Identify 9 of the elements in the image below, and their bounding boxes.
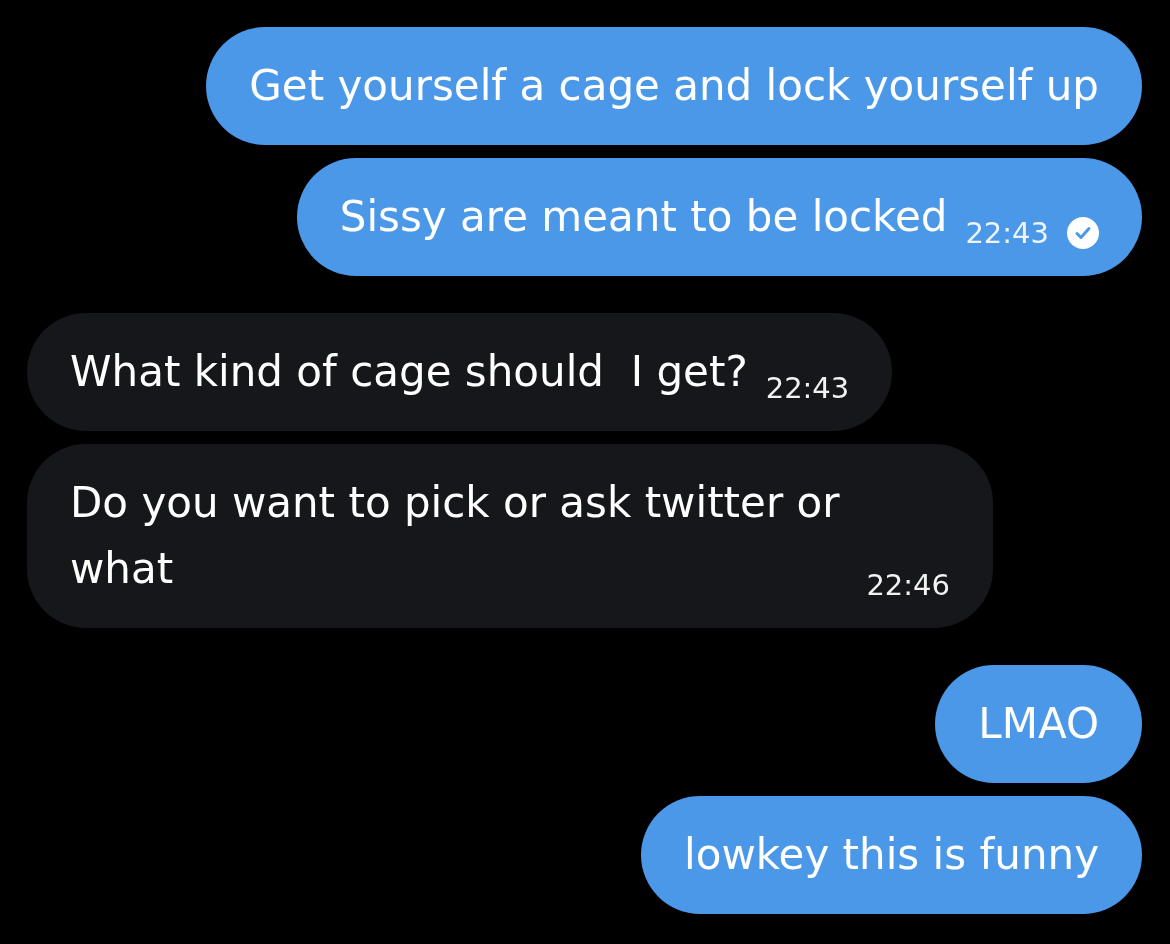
timestamp: 22:46: [866, 570, 950, 600]
message-text: lowkey this is funny: [684, 829, 1099, 881]
message-text: What kind of cage should I get?: [70, 346, 748, 398]
message-text: LMAO: [978, 698, 1099, 750]
message-text: Get yourself a cage and lock yourself up: [249, 60, 1099, 112]
timestamp: 22:43: [765, 373, 850, 403]
timestamp: 22:43: [965, 218, 1049, 248]
message-text: Sissy are meant to be locked: [339, 191, 948, 243]
message-text: Do you want to pick or ask twitter or what: [70, 477, 841, 595]
